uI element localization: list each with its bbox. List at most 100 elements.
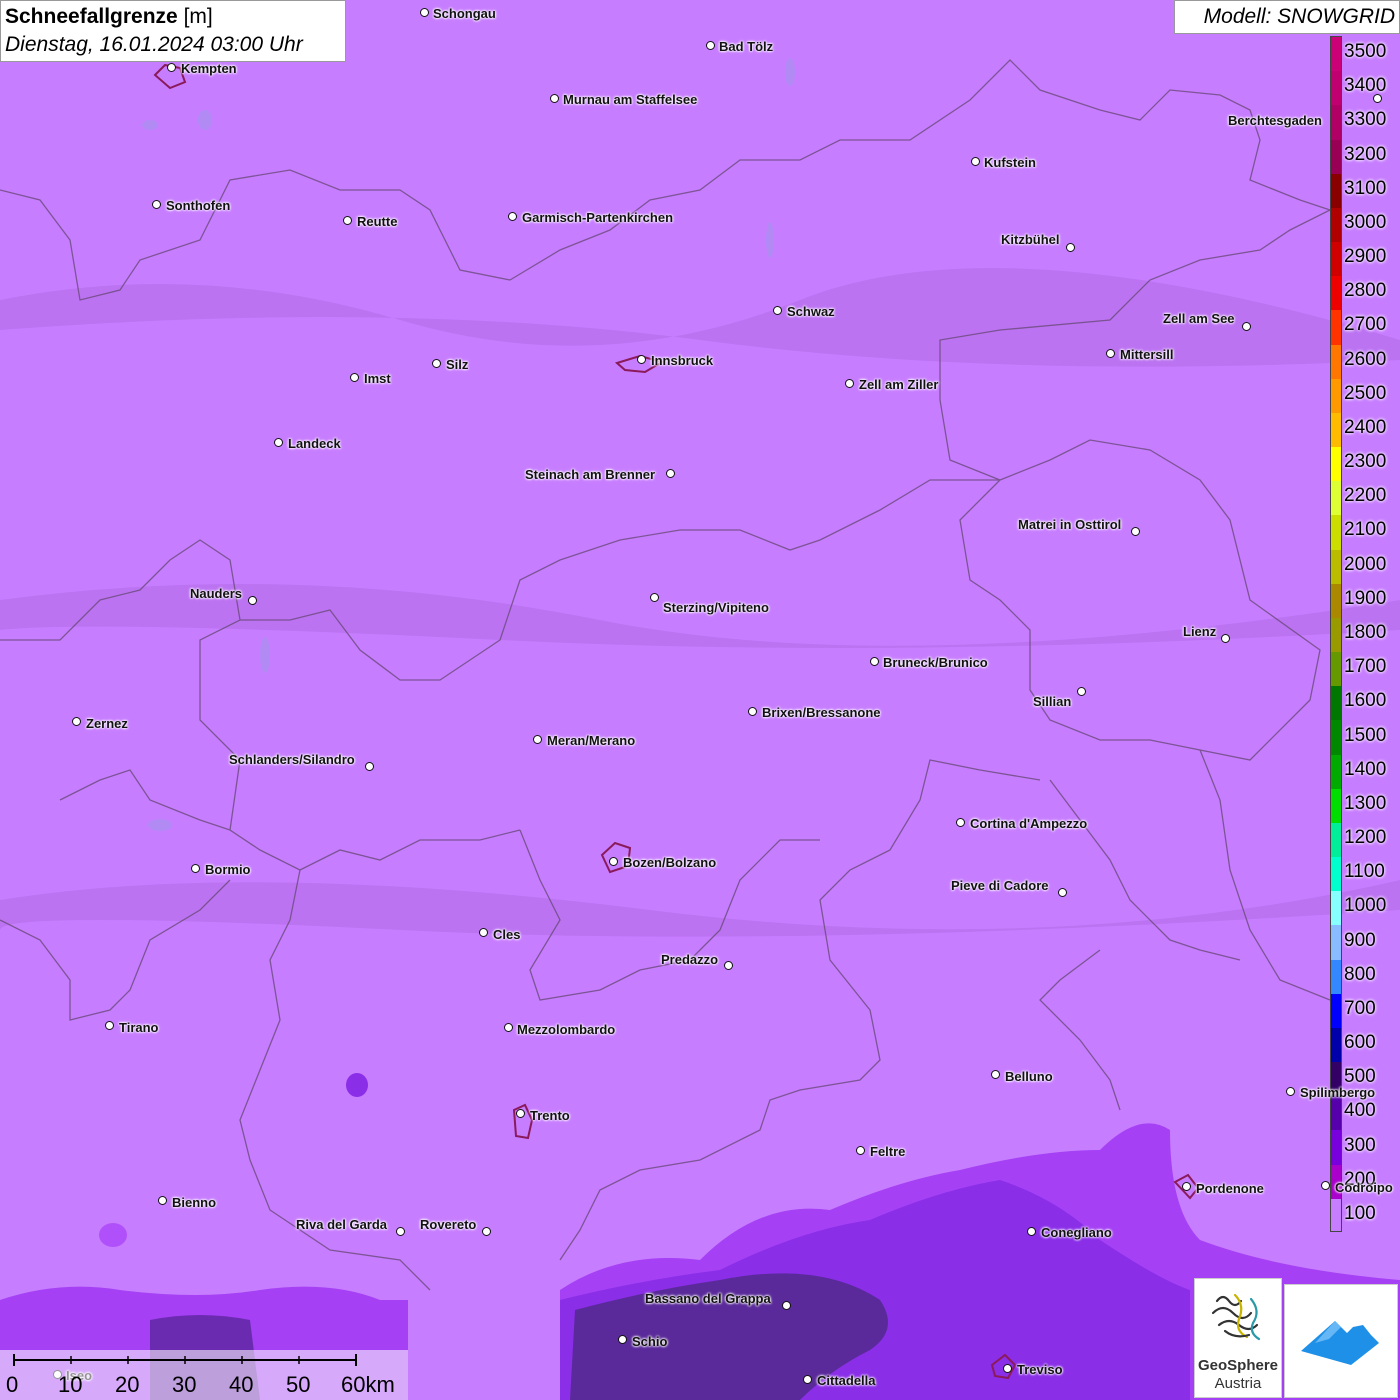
legend-label-3500: 3500: [1344, 41, 1387, 63]
legend-swatch-2500: [1331, 378, 1341, 414]
legend-label-800: 800: [1344, 963, 1376, 985]
geosphere-logo[interactable]: GeoSphere Austria: [1194, 1278, 1282, 1398]
city-marker-icon[interactable]: [666, 469, 675, 478]
legend-swatch-1500: [1331, 720, 1341, 756]
legend-label-1100: 1100: [1344, 861, 1385, 883]
legend-label-600: 600: [1344, 1032, 1376, 1054]
city-marker-icon[interactable]: [420, 8, 429, 17]
city-label: Silz: [446, 357, 469, 372]
city-marker-icon[interactable]: [748, 707, 757, 716]
city-marker-icon[interactable]: [479, 928, 488, 937]
legend-swatch-1600: [1331, 686, 1341, 721]
legend-swatch-3400: [1331, 71, 1341, 106]
legend-swatch-3500: [1331, 37, 1341, 72]
legend-label-3300: 3300: [1344, 109, 1387, 131]
city-marker-icon[interactable]: [248, 596, 257, 605]
city-marker-icon[interactable]: [971, 157, 980, 166]
city-marker-icon[interactable]: [432, 359, 441, 368]
city-label: Bienno: [172, 1195, 217, 1210]
city-marker-icon[interactable]: [782, 1301, 791, 1310]
city-label: Schongau: [433, 6, 496, 21]
city-marker-icon[interactable]: [618, 1335, 627, 1344]
city-marker-icon[interactable]: [1242, 322, 1251, 331]
legend-swatch-2800: [1331, 276, 1341, 311]
city-label: Kempten: [181, 61, 237, 76]
low-snowline-spot: [346, 1073, 368, 1097]
legend-swatch-2600: [1331, 344, 1341, 380]
legend-label-1700: 1700: [1344, 656, 1387, 678]
city-marker-icon[interactable]: [845, 379, 854, 388]
city-marker-icon[interactable]: [637, 355, 646, 364]
city-marker-icon[interactable]: [1077, 687, 1086, 696]
city-marker-icon[interactable]: [1003, 1364, 1012, 1373]
legend-swatch-900: [1331, 925, 1341, 961]
city-label: Meran/Merano: [547, 733, 636, 748]
scale-bar: 0 10 20 30 40 50 60km: [0, 1350, 408, 1400]
city-marker-icon[interactable]: [1106, 349, 1115, 358]
city-marker-icon[interactable]: [1027, 1227, 1036, 1236]
city-marker-icon[interactable]: [1373, 94, 1382, 103]
city-marker-icon[interactable]: [956, 818, 965, 827]
city-marker-icon[interactable]: [991, 1070, 1000, 1079]
city-marker-icon[interactable]: [396, 1227, 405, 1236]
city-marker-icon[interactable]: [803, 1375, 812, 1384]
city-marker-icon[interactable]: [533, 735, 542, 744]
city-marker-icon[interactable]: [1058, 888, 1067, 897]
city-marker-icon[interactable]: [609, 857, 618, 866]
city-marker-icon[interactable]: [158, 1196, 167, 1205]
city-marker-icon[interactable]: [72, 717, 81, 726]
city-marker-icon[interactable]: [856, 1146, 865, 1155]
city-marker-icon[interactable]: [191, 864, 200, 873]
app-logo[interactable]: [1284, 1284, 1398, 1398]
city-marker-icon[interactable]: [1321, 1181, 1330, 1190]
city-marker-icon[interactable]: [482, 1227, 491, 1236]
low-snowline-spot-2: [99, 1223, 127, 1247]
legend-label-400: 400: [1344, 1100, 1376, 1122]
city-label: Schlanders/Silandro: [229, 752, 355, 767]
legend-swatch-700: [1331, 993, 1341, 1029]
city-label: Pieve di Cadore: [951, 878, 1049, 893]
city-marker-icon[interactable]: [365, 762, 374, 771]
city-label: Cittadella: [817, 1373, 876, 1388]
legend-label-1800: 1800: [1344, 622, 1387, 643]
city-marker-icon[interactable]: [516, 1109, 525, 1118]
scale-label-50: 50: [286, 1372, 311, 1397]
city-label: Trento: [530, 1108, 570, 1123]
city-marker-icon[interactable]: [773, 306, 782, 315]
city-label: Tirano: [119, 1020, 159, 1035]
city-marker-icon[interactable]: [167, 63, 176, 72]
city-marker-icon[interactable]: [350, 373, 359, 382]
geosphere-logo-subtext: Austria: [1214, 1375, 1262, 1392]
city-marker-icon[interactable]: [706, 41, 715, 50]
city-marker-icon[interactable]: [1131, 527, 1140, 536]
city-label: Matrei in Osttirol: [1018, 517, 1122, 532]
city-marker-icon[interactable]: [650, 593, 659, 602]
city-marker-icon[interactable]: [504, 1023, 513, 1032]
map-title-box: Schneefallgrenze [m] Dienstag, 16.01.202…: [0, 0, 346, 62]
city-marker-icon[interactable]: [1182, 1182, 1191, 1191]
city-label: Brixen/Bressanone: [762, 705, 881, 720]
legend-label-100: 100: [1344, 1202, 1376, 1224]
city-marker-icon[interactable]: [274, 438, 283, 447]
city-marker-icon[interactable]: [105, 1021, 114, 1030]
city-label: Rovereto: [420, 1217, 477, 1232]
city-marker-icon[interactable]: [343, 216, 352, 225]
legend-swatch-3000: [1331, 207, 1341, 243]
city-marker-icon[interactable]: [508, 212, 517, 221]
city-marker-icon[interactable]: [724, 961, 733, 970]
city-marker-icon[interactable]: [152, 200, 161, 209]
legend-label-700: 700: [1344, 997, 1376, 1019]
city-label: Kitzbühel: [1001, 232, 1060, 247]
city-marker-icon[interactable]: [550, 94, 559, 103]
city-marker-icon[interactable]: [1066, 243, 1075, 252]
city-marker-icon[interactable]: [870, 657, 879, 666]
legend-swatch-1100: [1331, 857, 1341, 892]
city-label: Pordenone: [1196, 1181, 1264, 1196]
city-label: Reutte: [357, 214, 398, 229]
city-label: Belluno: [1005, 1069, 1053, 1084]
city-marker-icon[interactable]: [1286, 1087, 1295, 1096]
city-marker-icon[interactable]: [1221, 634, 1230, 643]
city-label: Landeck: [288, 436, 341, 451]
city-label: Predazzo: [661, 952, 719, 967]
city-label: Bozen/Bolzano: [623, 855, 717, 870]
